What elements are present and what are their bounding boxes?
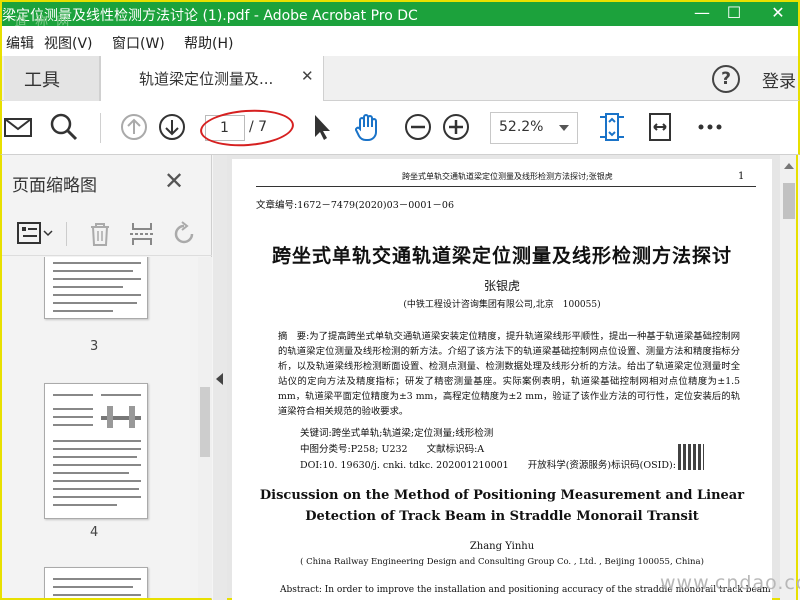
qr-code [678,444,704,470]
scroll-up-icon[interactable] [784,163,794,169]
full-screen-icon[interactable] [644,111,676,143]
pdf-page: 跨坐式单轨交通轨道梁定位测量及线形检测方法探讨;张银虎 1 文章编号:1672－… [232,159,772,600]
close-window-button[interactable]: ✕ [758,2,798,26]
select-arrow-icon[interactable] [306,111,338,143]
thumbnail-label: 3 [90,339,99,354]
menu-bar: 编辑 视图(V) 窗口(W) 帮助(H) [0,26,800,56]
hand-tool-icon[interactable] [352,111,384,143]
running-header-text: 跨坐式单轨交通轨道梁定位测量及线形检测方法探讨;张银虎 [402,172,613,181]
tab-document-label: 轨道梁定位测量及... [139,70,274,88]
page-thumbnail-4[interactable] [44,383,148,519]
document-scrollbar[interactable] [780,155,798,600]
help-icon[interactable]: ? [712,65,740,93]
tab-row: 工具 轨道梁定位测量及... ✕ ? 登录 [0,56,800,101]
rotate-icon[interactable] [170,220,198,248]
close-tab-icon[interactable]: ✕ [301,67,314,85]
maximize-button[interactable]: ☐ [714,2,754,26]
panel-toolbar [2,210,212,256]
panel-title: 页面缩略图 [12,176,97,196]
zoom-out-icon[interactable] [402,111,434,143]
next-page-icon[interactable] [156,111,188,143]
figure-thumbnail [101,406,141,428]
site-watermark: www.cndao.com [660,572,800,594]
thumbnail-list: 3 4 [2,257,198,598]
mail-icon[interactable] [2,111,34,143]
delete-icon[interactable] [86,220,114,248]
scrollbar-thumb[interactable] [200,387,210,457]
chevron-down-icon [559,125,569,131]
page-thumbnail-3[interactable] [44,257,148,319]
collapse-arrow-icon [216,373,223,385]
english-author: Zhang Yinhu [469,541,535,552]
close-panel-icon[interactable]: ✕ [164,167,184,195]
menu-window[interactable]: 窗口(W) [112,33,165,53]
author: 张银虎 [483,279,520,293]
extract-page-icon[interactable] [128,220,156,248]
english-title-line-1: Discussion on the Method of Positioning … [259,488,745,503]
zoom-level-dropdown[interactable]: 52.2% [490,112,578,144]
zoom-in-icon[interactable] [440,111,472,143]
tab-document[interactable]: 轨道梁定位测量及... ✕ [100,56,324,101]
thumbnail-scrollbar[interactable] [198,257,212,598]
keywords: 关键词:跨坐式单轨;轨道梁;定位测量;线形检测 [300,428,494,439]
login-link[interactable]: 登录 [762,67,796,92]
english-affiliation: ( China Railway Engineering Design and C… [300,557,704,567]
scrollbar-thumb[interactable] [783,183,795,219]
collapse-panel-handle[interactable] [213,155,227,600]
chinese-title: 跨坐式单轨交通轨道梁定位测量及线形检测方法探讨 [271,245,732,267]
page-thumbnail-5[interactable] [44,567,148,598]
thumbnail-label: 4 [90,525,99,540]
title-bar: 梁定位测量及线性检测方法讨论 (1).pdf - Adobe Acrobat P… [0,0,800,30]
thumbnail-options-icon[interactable] [16,220,54,246]
tab-tools[interactable]: 工具 [4,56,100,101]
menu-view[interactable]: 视图(V) [44,33,93,53]
toolbar-separator [100,113,101,143]
article-number: 文章编号:1672－7479(2020)03－0001－06 [256,200,454,211]
menu-edit[interactable]: 编辑 [6,33,34,53]
red-annotation-oval [198,106,296,150]
panel-separator [66,222,67,246]
document-view[interactable]: 跨坐式单轨交通轨道梁定位测量及线形检测方法探讨;张银虎 1 文章编号:1672－… [227,155,780,600]
doi: DOI:10. 19630/j. cnki. tdkc. 20200121000… [300,460,676,471]
affiliation: (中铁工程设计咨询集团有限公司,北京 100055) [403,300,601,310]
zoom-level-value: 52.2% [499,119,544,135]
english-title-line-2: Detection of Track Beam in Straddle Mono… [305,509,699,524]
fit-page-icon[interactable] [596,111,628,143]
page-thumbnails-panel: 页面缩略图 ✕ 3 4 [0,155,212,600]
previous-page-icon[interactable] [118,111,150,143]
page-number: 1 [738,171,745,182]
chinese-abstract: 摘 要:为了提高跨坐式单轨交通轨道梁安装定位精度，提升轨道梁线形平顺性，提出一种… [278,331,740,418]
classification: 中图分类号:P258; U232 文献标识码:A [300,444,485,455]
search-icon[interactable] [48,111,80,143]
toolbar: 1 / 7 52.2% [0,101,800,155]
menu-help[interactable]: 帮助(H) [184,33,233,53]
more-options-icon[interactable] [694,111,726,143]
header-rule [256,186,756,187]
